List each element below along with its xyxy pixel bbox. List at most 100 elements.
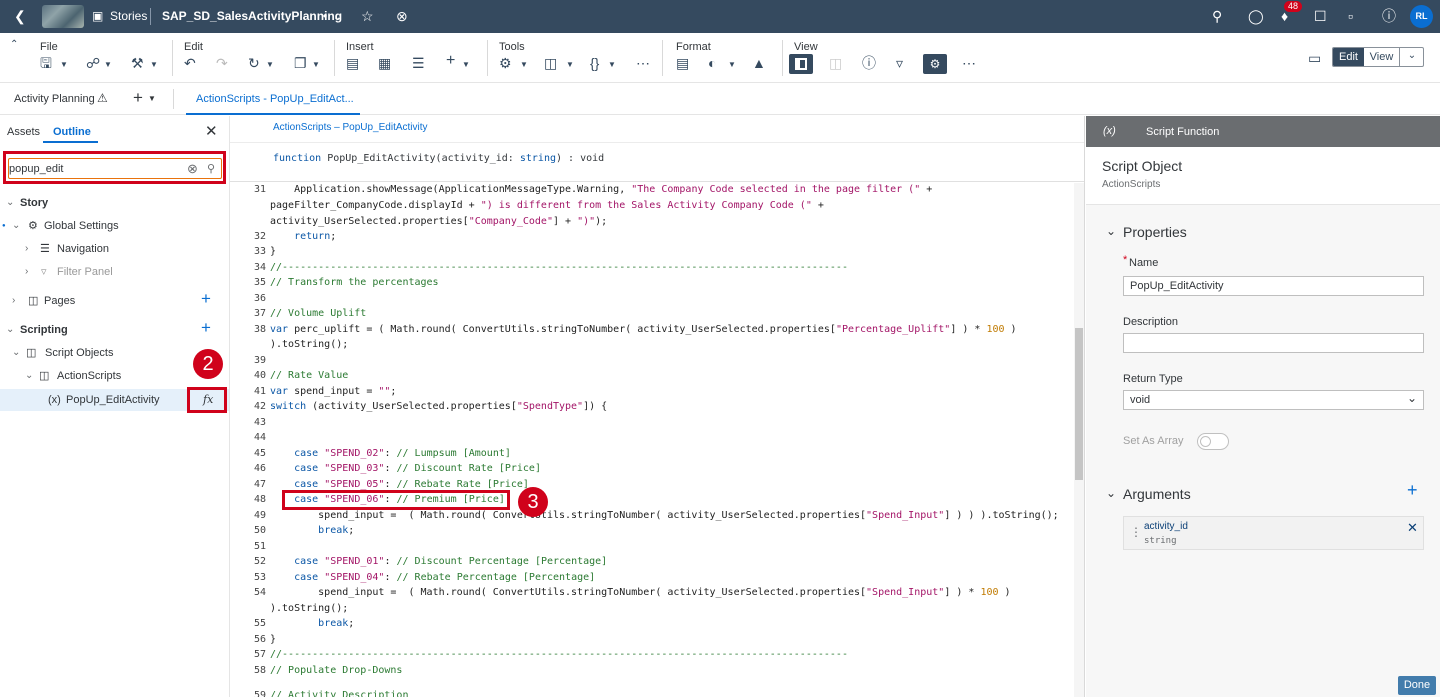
add-icon[interactable]: + xyxy=(446,53,455,69)
close-circle-icon[interactable]: ⊗ xyxy=(396,8,408,24)
device-preview-icon[interactable]: ▭ xyxy=(1308,50,1321,67)
chat-icon[interactable]: ☐ xyxy=(1314,8,1327,24)
save-dropdown-icon[interactable]: ▼ xyxy=(60,60,68,69)
search-input[interactable]: popup_edit ⊗ ⚲ xyxy=(8,158,222,179)
script-braces-icon[interactable]: {} xyxy=(590,55,599,71)
share-icon[interactable]: ☍ xyxy=(86,55,100,71)
story-name[interactable]: SAP_SD_SalesActivityPlanning xyxy=(162,9,342,23)
refresh-dropdown-icon[interactable]: ▼ xyxy=(266,60,274,69)
redo-icon[interactable]: ↷ xyxy=(216,55,228,71)
chevron-right-icon[interactable]: › xyxy=(25,242,28,256)
add-dropdown-icon[interactable]: ▼ xyxy=(462,60,470,69)
star-icon[interactable]: ☆ xyxy=(361,8,374,24)
tools-dropdown-icon[interactable]: ▼ xyxy=(150,60,158,69)
info-icon[interactable]: ⓘ xyxy=(862,55,876,71)
undo-icon[interactable]: ↶ xyxy=(184,55,196,71)
signature-type: string xyxy=(519,153,556,164)
tree-script-objects[interactable]: Script Objects xyxy=(45,346,113,360)
chevron-down-icon[interactable]: ▼ xyxy=(148,94,156,103)
data-dropdown-icon[interactable]: ▼ xyxy=(566,60,574,69)
tab-activity-planning[interactable]: Activity Planning xyxy=(14,93,95,105)
tree-action-scripts[interactable]: ActionScripts xyxy=(57,369,121,383)
tab-outline[interactable]: Outline xyxy=(43,119,98,143)
tree-pages[interactable]: Pages xyxy=(44,294,75,308)
refresh-icon[interactable]: ↻ xyxy=(248,55,260,71)
chevron-right-icon[interactable]: › xyxy=(25,265,28,279)
close-icon[interactable]: ✕ xyxy=(205,122,218,140)
more-view-icon[interactable]: ⋯ xyxy=(962,55,976,71)
chevron-down-icon[interactable]: ⌄ xyxy=(333,10,341,26)
chevron-down-icon[interactable]: ⌄ xyxy=(6,323,14,337)
name-input[interactable]: PopUp_EditActivity xyxy=(1123,276,1424,296)
argument-row[interactable]: ⋮ activity_id string ✕ xyxy=(1123,516,1424,550)
chart-icon[interactable]: ▤ xyxy=(346,55,359,71)
add-script-icon[interactable]: + xyxy=(201,318,211,338)
add-argument-icon[interactable]: + xyxy=(1407,480,1418,501)
collapse-toolbar-icon[interactable]: ⌃ xyxy=(10,39,18,50)
chevron-down-icon[interactable]: ⌄ xyxy=(1106,486,1116,500)
search-icon[interactable]: ⚲ xyxy=(1212,8,1222,24)
copy-dropdown-icon[interactable]: ▼ xyxy=(312,60,320,69)
editor-scrollbar[interactable] xyxy=(1074,183,1084,697)
palette-icon[interactable]: ◐ xyxy=(708,55,716,71)
script-dropdown-icon[interactable]: ▼ xyxy=(608,60,616,69)
search-icon[interactable]: ⚲ xyxy=(207,162,215,175)
tree-global-settings[interactable]: Global Settings xyxy=(44,219,119,233)
feedback-icon[interactable]: ▫ xyxy=(1348,8,1353,24)
tools-icon[interactable]: ⚒ xyxy=(131,55,144,71)
calculation-dropdown-icon[interactable]: ▼ xyxy=(520,60,528,69)
code-area[interactable]: 31 Application.showMessage(ApplicationMe… xyxy=(230,183,1075,697)
shell-divider xyxy=(150,8,151,25)
divider xyxy=(230,142,1084,143)
name-label: Name xyxy=(1129,257,1159,269)
chevron-right-icon[interactable]: › xyxy=(12,294,15,308)
drag-handle-icon[interactable]: ⋮ xyxy=(1130,525,1142,539)
tree-navigation[interactable]: Navigation xyxy=(57,242,109,256)
description-input[interactable] xyxy=(1123,333,1424,353)
lightbulb-icon[interactable]: ◯ xyxy=(1248,8,1264,24)
stories-link[interactable]: Stories xyxy=(110,9,147,23)
help-icon[interactable]: ⓘ xyxy=(1382,8,1396,24)
remove-argument-icon[interactable]: ✕ xyxy=(1407,520,1418,536)
set-as-array-toggle[interactable] xyxy=(1197,433,1229,450)
group-view: View xyxy=(794,41,818,53)
left-panel-toggle[interactable] xyxy=(789,54,813,74)
return-type-select[interactable]: void ⌄ xyxy=(1123,390,1424,410)
more-tools-icon[interactable]: ⋯ xyxy=(636,55,650,71)
right-panel-icon[interactable]: ◫ xyxy=(829,55,842,71)
fx-icon[interactable]: fx xyxy=(203,393,213,406)
data-icon[interactable]: ◫ xyxy=(544,55,557,71)
tab-assets[interactable]: Assets xyxy=(7,126,40,138)
scrollbar-thumb[interactable] xyxy=(1075,328,1083,480)
chevron-down-icon[interactable]: ⌄ xyxy=(1106,224,1116,238)
chevron-down-icon[interactable]: ⌄ xyxy=(25,369,33,383)
palette-dropdown-icon[interactable]: ▼ xyxy=(728,60,736,69)
add-page-icon[interactable]: + xyxy=(201,289,211,309)
chevron-down-icon[interactable]: ⌄ xyxy=(12,219,20,233)
copy-icon[interactable]: ❐ xyxy=(294,55,307,71)
tree-filter-panel[interactable]: Filter Panel xyxy=(57,265,113,279)
edit-mode-button[interactable]: Edit xyxy=(1333,48,1364,66)
fill-icon[interactable]: ▲ xyxy=(752,55,766,71)
save-icon[interactable]: 🖫 xyxy=(40,55,52,71)
clear-icon[interactable]: ⊗ xyxy=(187,161,198,177)
tab-action-scripts[interactable]: ActionScripts - PopUp_EditAct... xyxy=(186,83,360,115)
table-icon[interactable]: ▦ xyxy=(378,55,391,71)
add-page-icon[interactable]: + xyxy=(133,88,143,108)
tab-label: ActionScripts - PopUp_EditAct... xyxy=(196,93,354,105)
designer-panel-toggle[interactable]: ⚙ xyxy=(923,54,947,74)
chevron-down-icon[interactable]: ⌄ xyxy=(12,346,20,360)
chevron-down-icon: ⌄ xyxy=(1406,391,1417,405)
signature-tail: ) : void xyxy=(555,153,605,164)
chevron-down-icon[interactable]: ⌄ xyxy=(6,196,14,210)
calculation-icon[interactable]: ⚙ xyxy=(499,55,512,71)
done-button[interactable]: Done xyxy=(1398,676,1436,695)
share-dropdown-icon[interactable]: ▼ xyxy=(104,60,112,69)
back-icon[interactable]: ❮ xyxy=(14,8,26,24)
funnel-icon[interactable]: ▿ xyxy=(896,55,903,71)
view-mode-button[interactable]: View xyxy=(1364,48,1400,66)
filter-controls-icon[interactable]: ☰ xyxy=(412,55,425,71)
chevron-down-icon[interactable]: ⌄ xyxy=(1401,48,1423,66)
avatar[interactable]: RL xyxy=(1410,5,1433,28)
format-icon[interactable]: ▤ xyxy=(676,55,689,71)
